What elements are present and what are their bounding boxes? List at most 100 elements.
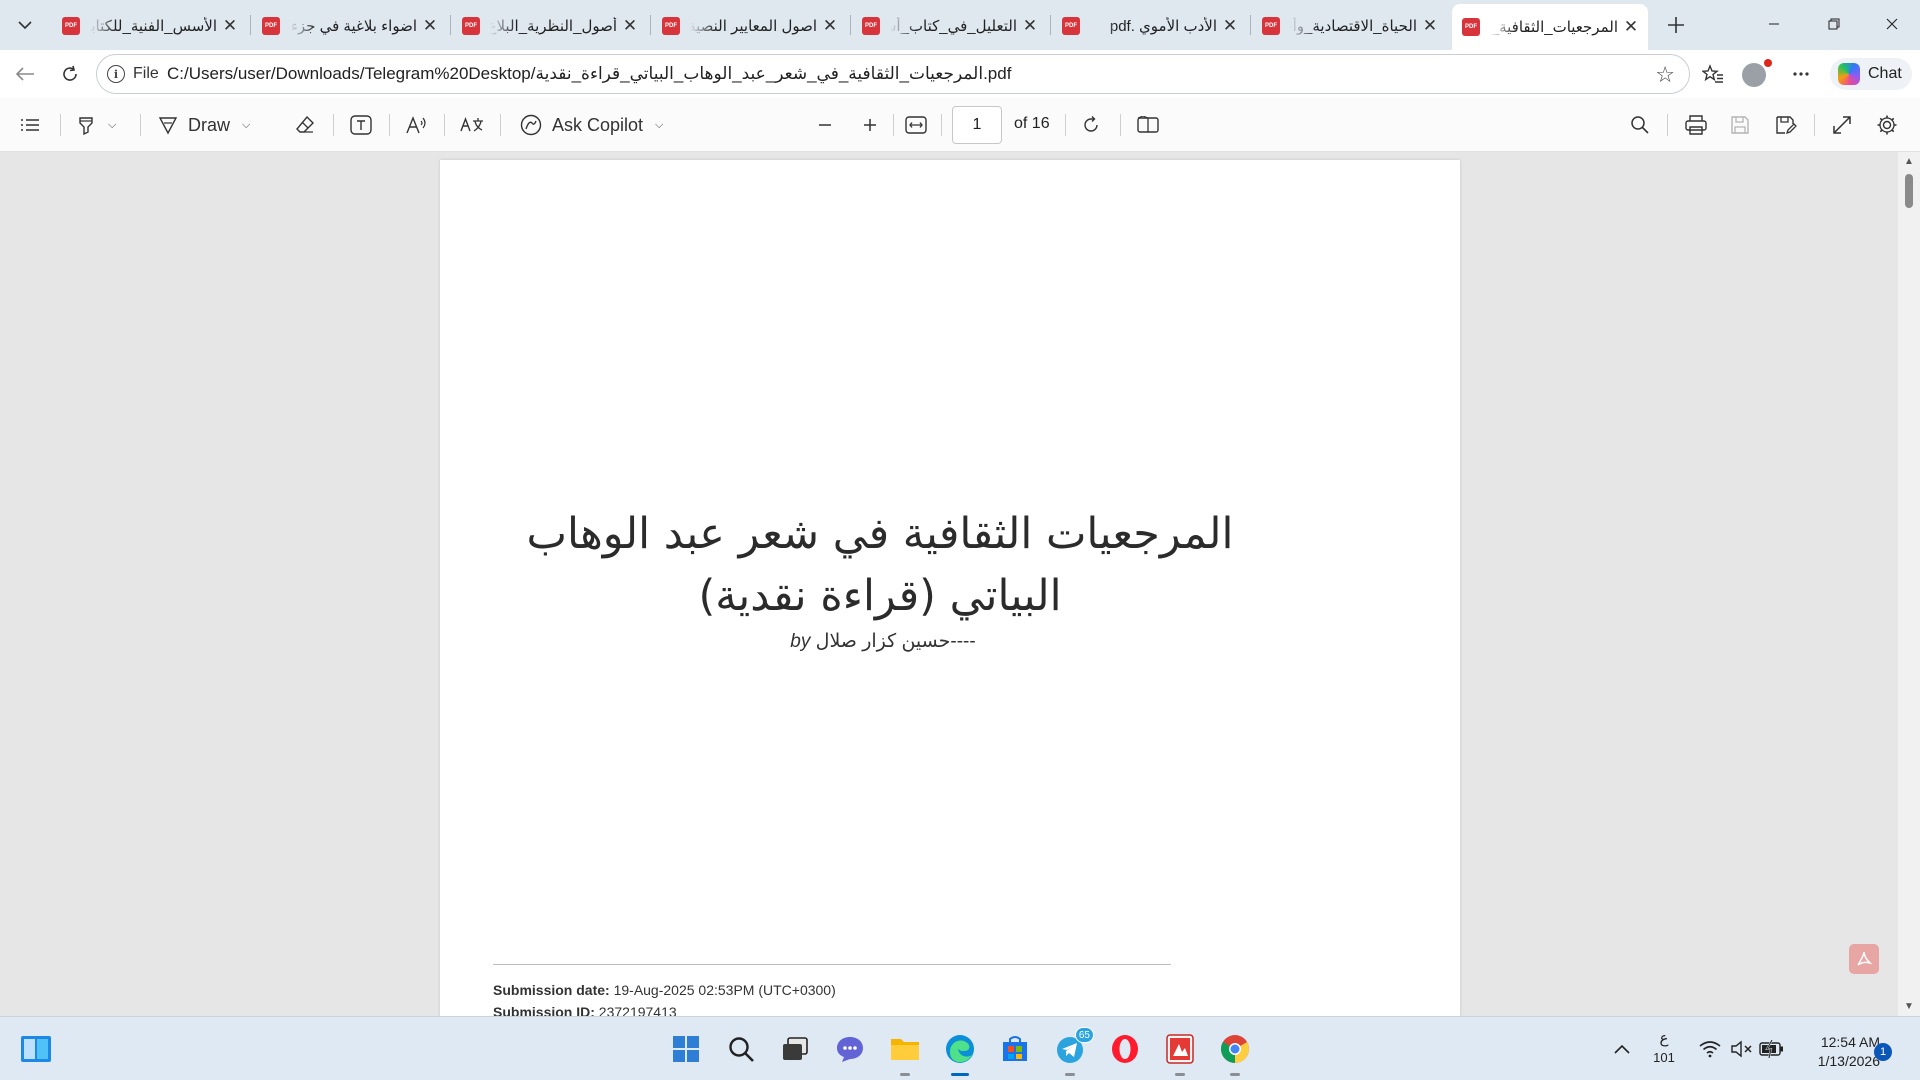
minus-icon: [819, 124, 831, 126]
vertical-scrollbar[interactable]: ▲ ▼: [1898, 152, 1920, 1016]
table-of-contents-button[interactable]: [20, 110, 40, 140]
copilot-chat-button[interactable]: Chat: [1830, 58, 1912, 90]
chevron-down-icon[interactable]: ⌵: [655, 119, 663, 132]
read-aloud-button[interactable]: [406, 110, 428, 140]
page-view-button[interactable]: [1137, 110, 1159, 140]
minimize-icon: [1769, 23, 1779, 25]
settings-button[interactable]: [1876, 110, 1898, 140]
taskbar-search-button[interactable]: [723, 1031, 759, 1067]
active-app-indicator: [951, 1073, 969, 1076]
page-number-input[interactable]: 1: [952, 106, 1002, 144]
pdf-toolbar: ⌵ Draw ⌵ Ask Copilot ⌵ 1 of 16: [0, 98, 1920, 152]
back-button[interactable]: [8, 58, 42, 90]
acrobat-icon[interactable]: [1849, 944, 1879, 974]
scrollbar-thumb[interactable]: [1905, 174, 1913, 208]
tab-close-button[interactable]: ✕: [1421, 16, 1439, 36]
add-text-button[interactable]: [350, 110, 372, 140]
tab-2[interactable]: PDF أصول_النظرية_البلاغ ✕: [452, 6, 647, 46]
save-button[interactable]: [1730, 110, 1750, 140]
task-view-button[interactable]: [777, 1031, 813, 1067]
ask-copilot-button[interactable]: Ask Copilot ⌵: [520, 110, 663, 140]
more-options-button[interactable]: [1784, 58, 1818, 90]
fullscreen-button[interactable]: [1832, 110, 1852, 140]
toolbar-separator: [60, 114, 61, 136]
fit-to-width-button[interactable]: [905, 110, 927, 140]
translate-icon: [460, 117, 483, 132]
tab-strip: PDF الأسس_الفنية_للكتابة ✕ PDF اضواء بلا…: [0, 0, 1920, 50]
tab-title: اصول المعايير النصية: [690, 18, 817, 35]
tab-close-button[interactable]: ✕: [1021, 16, 1039, 36]
tab-close-button[interactable]: ✕: [821, 16, 839, 36]
show-hidden-icons-button[interactable]: [1604, 1031, 1640, 1067]
document-title-line-2: البياتي (قراءة نقدية): [698, 571, 1062, 621]
favorite-star-icon[interactable]: ☆: [1655, 62, 1675, 88]
tab-close-button[interactable]: ✕: [421, 16, 439, 36]
tab-1[interactable]: PDF اضواء بلاغية في جزء ✕: [252, 6, 447, 46]
file-explorer-button[interactable]: [887, 1031, 923, 1067]
favorites-button[interactable]: [1696, 58, 1730, 90]
erase-button[interactable]: [295, 110, 315, 140]
tab-5[interactable]: PDF الأدب الأموي .pdf ✕: [1052, 6, 1247, 46]
pdf-viewer[interactable]: المرجعيات الثقافية في شعر عبد الوهاب الب…: [0, 152, 1920, 1016]
translate-button[interactable]: [460, 110, 484, 140]
running-indicator: [1065, 1073, 1075, 1076]
tab-0[interactable]: PDF الأسس_الفنية_للكتابة ✕: [52, 6, 247, 46]
tab-3[interactable]: PDF اصول المعايير النصية ✕: [652, 6, 847, 46]
teams-chat-button[interactable]: [832, 1031, 868, 1067]
running-indicator: [1175, 1073, 1185, 1076]
tab-close-button[interactable]: ✕: [1221, 16, 1239, 36]
notification-badge[interactable]: 1: [1874, 1043, 1892, 1061]
tab-4[interactable]: PDF التعليل_في_كتاب_أسا ✕: [852, 6, 1047, 46]
input-language-indicator[interactable]: ع: [1650, 1029, 1678, 1047]
draw-label: Draw: [188, 114, 231, 135]
start-button[interactable]: [668, 1031, 704, 1067]
url-text[interactable]: C:/Users/user/Downloads/Telegram%20Deskt…: [167, 64, 1011, 84]
plus-icon: [864, 119, 876, 131]
microsoft-store-button[interactable]: [997, 1031, 1033, 1067]
refresh-button[interactable]: [53, 58, 87, 90]
profile-avatar[interactable]: [1742, 59, 1772, 87]
chrome-button[interactable]: [1217, 1031, 1253, 1067]
address-bar[interactable]: i File C:/Users/user/Downloads/Telegram%…: [96, 54, 1690, 94]
save-as-button[interactable]: [1775, 110, 1797, 140]
tab-close-button[interactable]: ✕: [621, 16, 639, 36]
pdf-app-button[interactable]: [1162, 1031, 1198, 1067]
tab-close-button[interactable]: ✕: [221, 16, 239, 36]
tab-title: الأسس_الفنية_للكتابة: [90, 18, 217, 35]
tab-separator: [850, 15, 851, 35]
divider: [493, 964, 1171, 965]
zoom-in-button[interactable]: [862, 110, 878, 140]
author-name: حسين كزار صلال----: [815, 631, 976, 652]
pdf-file-icon: PDF: [1462, 18, 1480, 36]
volume-muted-icon: [1731, 1040, 1752, 1058]
opera-button[interactable]: [1107, 1031, 1143, 1067]
edge-button[interactable]: [942, 1031, 978, 1067]
highlight-button[interactable]: ⌵: [76, 110, 116, 140]
search-icon: [729, 1037, 754, 1062]
restore-button[interactable]: [1811, 6, 1857, 42]
chevron-down-icon[interactable]: ⌵: [108, 119, 116, 132]
zoom-out-button[interactable]: [817, 110, 833, 140]
tab-6[interactable]: PDF الحياة_الاقتصادية_وأث ✕: [1252, 6, 1447, 46]
tab-actions-menu-button[interactable]: [9, 10, 41, 40]
close-window-button[interactable]: [1869, 6, 1915, 42]
widgets-button[interactable]: [18, 1031, 54, 1067]
tab-close-button[interactable]: ✕: [1622, 17, 1640, 37]
chevron-down-icon[interactable]: ⌵: [242, 119, 250, 132]
draw-button[interactable]: Draw ⌵: [158, 110, 250, 140]
fit-width-icon: [905, 116, 927, 134]
search-button[interactable]: [1630, 110, 1650, 140]
rotate-button[interactable]: [1081, 110, 1101, 140]
network-button[interactable]: [1692, 1031, 1728, 1067]
tab-7-active[interactable]: PDF المرجعيات_الثقافية_في ✕: [1452, 4, 1648, 50]
minimize-button[interactable]: [1751, 6, 1797, 42]
info-icon[interactable]: i: [107, 65, 125, 83]
scroll-down-arrow-icon[interactable]: ▼: [1904, 1001, 1914, 1012]
system-clock[interactable]: 12:54 AM 1/13/2026: [1784, 1033, 1880, 1071]
scroll-up-arrow-icon[interactable]: ▲: [1904, 156, 1914, 167]
telegram-button[interactable]: 65: [1052, 1027, 1094, 1067]
task-view-icon: [783, 1037, 808, 1060]
new-tab-button[interactable]: [1660, 10, 1692, 40]
store-bag-icon: [1003, 1036, 1027, 1061]
print-button[interactable]: [1685, 110, 1707, 140]
